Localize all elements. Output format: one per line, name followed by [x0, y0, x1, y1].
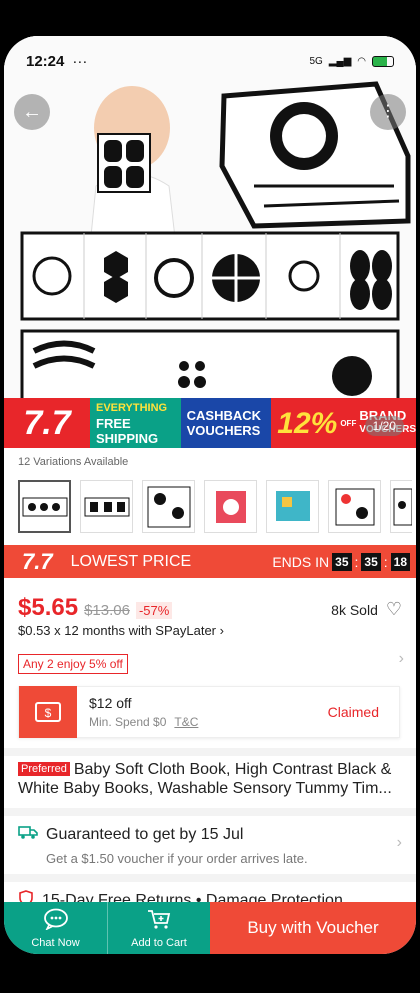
image-counter: 1/20 [364, 416, 404, 436]
more-options-button[interactable]: ⋮ [370, 94, 406, 130]
delivery-subtitle: Get a $1.50 voucher if your order arrive… [46, 851, 308, 866]
brand-percent: 12% [277, 406, 338, 440]
variations-label: 12 Variations Available [18, 456, 129, 468]
cashback-line1: CASHBACK [186, 408, 262, 423]
phone-screen: 12:24 ··· 5G ▂▄▆ ◠ ← ⋮ 7.7 EVERYTHING FR… [4, 36, 416, 954]
truck-icon [18, 824, 38, 845]
product-image-carousel[interactable] [4, 36, 416, 448]
section-divider [4, 874, 416, 882]
section-divider [4, 808, 416, 816]
back-arrow-icon: ← [22, 100, 42, 123]
add-to-cart-button[interactable]: Add to Cart [107, 902, 210, 954]
shipping-line2: FREE [96, 415, 131, 431]
bundle-promo-tag[interactable]: Any 2 enjoy 5% off [18, 654, 128, 674]
add-to-cart-label: Add to Cart [131, 936, 187, 949]
variation-thumb-3[interactable] [142, 480, 195, 533]
countdown-hours: 35 [332, 552, 352, 571]
status-bar: 12:24 ··· 5G ▂▄▆ ◠ [4, 36, 416, 86]
delivery-title: Guaranteed to get by 15 Jul [46, 825, 244, 843]
svg-text:$: $ [45, 706, 52, 720]
variation-thumbnails [18, 480, 412, 533]
signal-label: 5G [309, 55, 323, 67]
wifi-icon: ◠ [357, 55, 366, 67]
flash-77-tag: 7.7 [22, 548, 53, 574]
buy-with-voucher-button[interactable]: Buy with Voucher [210, 902, 416, 954]
more-icon: ⋮ [380, 103, 396, 120]
lowest-price-label: LOWEST PRICE [70, 552, 192, 570]
variation-thumb-5[interactable] [266, 480, 319, 533]
price-row: $5.65 $13.06 -57% 8k Sold ♡ [18, 594, 402, 622]
preferred-badge: Preferred [18, 762, 70, 776]
status-time: 12:24 [26, 52, 65, 70]
sale-77-tag: 7.7 [4, 398, 90, 448]
product-title-text: Baby Soft Cloth Book, High Contrast Blac… [18, 761, 392, 797]
variation-thumb-2[interactable] [80, 480, 133, 533]
signal-icon: ▂▄▆ [328, 55, 352, 67]
variation-thumb-4[interactable] [204, 480, 257, 533]
voucher-min-spend: Min. Spend $0 [89, 715, 167, 729]
variation-thumb-7[interactable] [390, 480, 412, 533]
voucher-icon: $ [19, 686, 77, 738]
terms-link[interactable]: T&C [174, 715, 198, 729]
chat-now-label: Chat Now [31, 936, 80, 949]
voucher-claimed-status: Claimed [327, 704, 379, 720]
shipping-line3: SHIPPING [96, 430, 159, 446]
variation-thumb-6[interactable] [328, 480, 381, 533]
shipping-line1: EVERYTHING [96, 401, 168, 414]
variation-thumb-1[interactable] [18, 480, 71, 533]
chevron-right-icon[interactable]: › [399, 650, 404, 668]
bottom-action-bar: Chat Now Add to Cart Buy with Voucher [4, 902, 416, 954]
cart-plus-icon [146, 908, 172, 933]
current-price: $5.65 [18, 594, 79, 621]
flash-sale-bar: 7.7 LOWEST PRICE ENDS IN 35: 35: 18 [4, 545, 416, 578]
chat-icon [43, 908, 69, 933]
ends-in-label: ENDS IN [272, 553, 330, 570]
sold-count: 8k Sold [331, 602, 378, 618]
voucher-card[interactable]: $ $12 off Min. Spend $0 T&C Claimed [18, 686, 400, 738]
countdown: ENDS IN 35: 35: 18 [272, 552, 410, 571]
voucher-title: $12 off [89, 695, 132, 711]
delivery-guarantee[interactable]: Guaranteed to get by 15 Jul Get a $1.50 … [18, 824, 402, 866]
countdown-seconds: 18 [390, 552, 410, 571]
free-shipping-segment: EVERYTHING FREE SHIPPING [90, 398, 181, 448]
original-price: $13.06 [84, 602, 130, 619]
status-dots: ··· [72, 52, 88, 70]
installment-link[interactable]: $0.53 x 12 months with SPayLater › [18, 623, 224, 638]
discount-badge: -57% [135, 602, 173, 619]
battery-icon [372, 55, 394, 67]
product-title: Preferred Baby Soft Cloth Book, High Cont… [18, 760, 402, 798]
product-image [4, 36, 416, 448]
cashback-line2: VOUCHERS [186, 423, 261, 438]
cashback-segment: CASHBACK VOUCHERS [180, 398, 272, 448]
brand-off: OFF [340, 418, 357, 428]
chat-now-button[interactable]: Chat Now [4, 902, 107, 954]
section-divider [4, 748, 416, 756]
chevron-right-icon: › [396, 834, 402, 851]
wishlist-heart-icon[interactable]: ♡ [386, 599, 402, 620]
back-button[interactable]: ← [14, 94, 50, 130]
countdown-minutes: 35 [361, 552, 381, 571]
status-icons: 5G ▂▄▆ ◠ [309, 55, 394, 67]
sale-banner[interactable]: 7.7 EVERYTHING FREE SHIPPING CASHBACK VO… [4, 398, 416, 448]
